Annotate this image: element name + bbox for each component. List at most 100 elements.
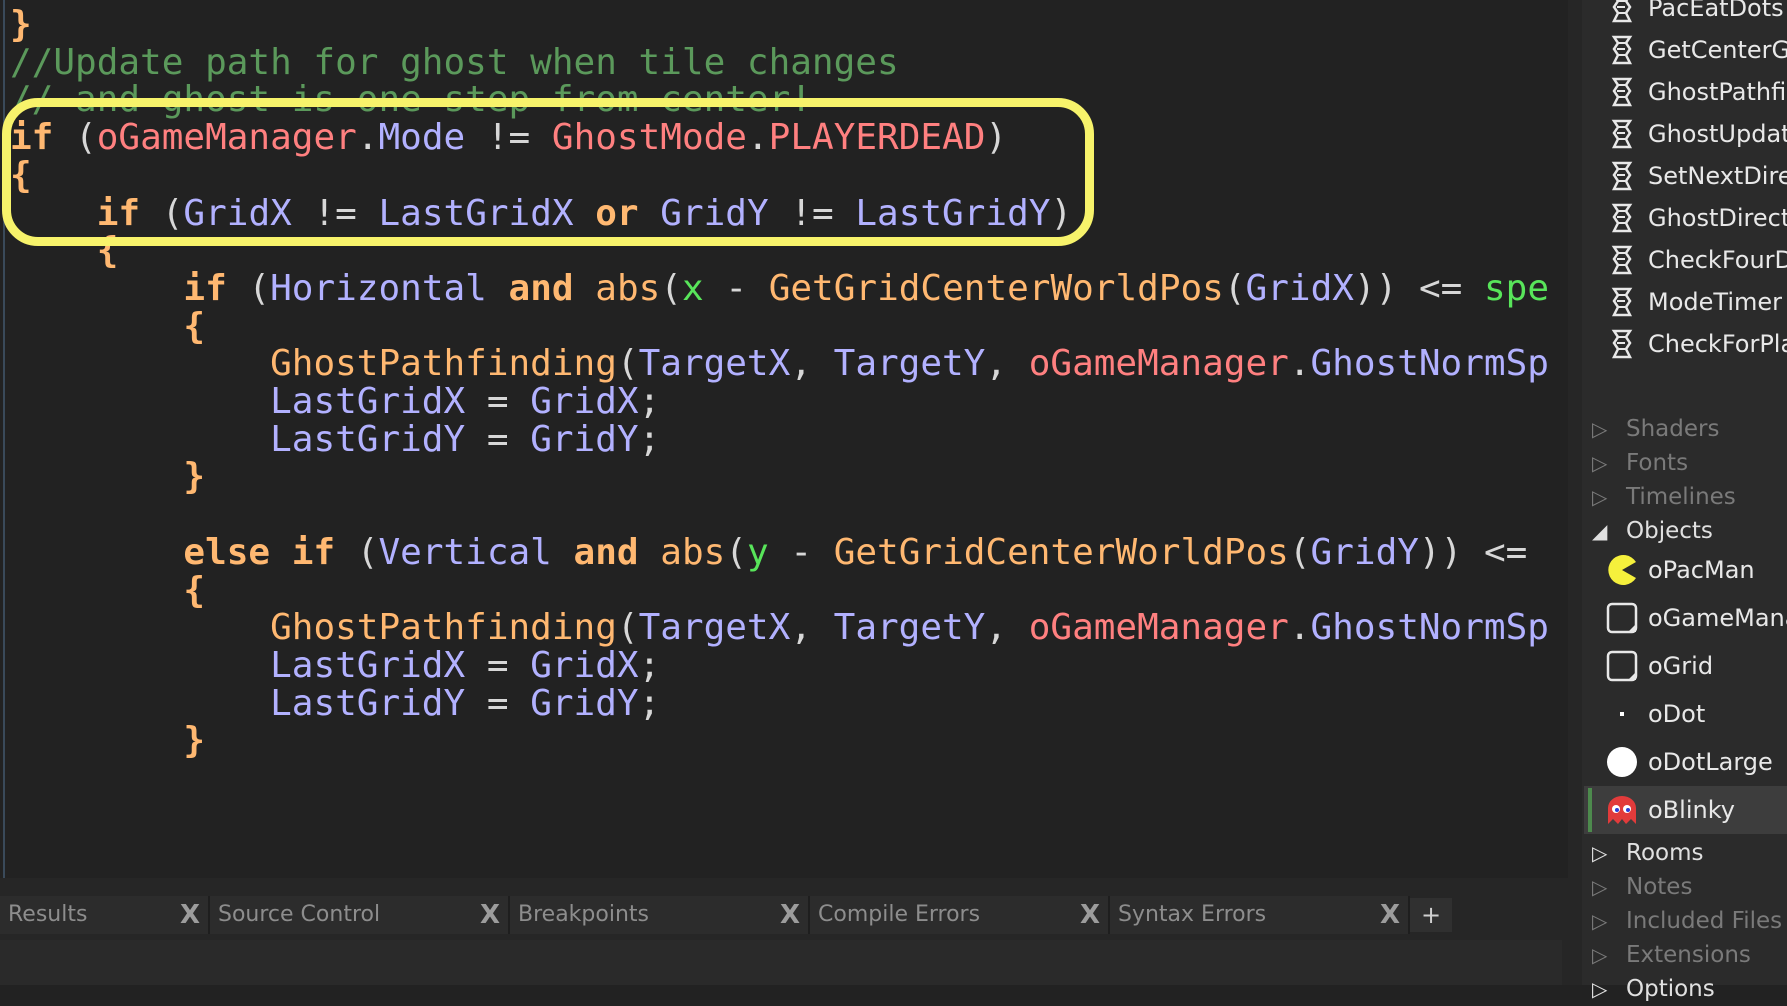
code-token: PLAYERDEAD [768, 117, 986, 159]
code-token: and [508, 267, 574, 309]
code-token: GhostNormSp [1310, 343, 1549, 385]
code-token: GhostNormSp [1310, 607, 1549, 649]
tree-item-label: GetCenterGr [1648, 36, 1787, 64]
code-token: . [1288, 607, 1311, 649]
tab-source-control[interactable]: Source Control X [210, 896, 510, 934]
tab-syntax-errors[interactable]: Syntax Errors X [1110, 896, 1410, 934]
code-token: , [985, 343, 1029, 385]
code-token: GhostPathfinding [270, 607, 617, 649]
close-icon[interactable]: X [1380, 896, 1400, 934]
code-line[interactable]: if (GridX != LastGridX or GridY != LastG… [10, 193, 1072, 235]
collapsed-triangle-icon: ▷ [1592, 485, 1608, 509]
code-line[interactable]: LastGridY = GridY; [10, 683, 660, 725]
tree-item-label: SetNextDirec [1648, 162, 1787, 190]
tree-folder-label: Fonts [1626, 450, 1689, 476]
code-line[interactable]: { [10, 570, 205, 612]
code-token: // and ghost is one step from center! [10, 79, 812, 121]
code-token: . [1288, 343, 1311, 385]
tab-breakpoints[interactable]: Breakpoints X [510, 896, 810, 934]
script-icon [1606, 76, 1638, 108]
code-line[interactable]: if (Horizontal and abs(x - GetGridCenter… [10, 268, 1549, 310]
code-token: GridY [660, 192, 769, 234]
tab-label: Syntax Errors [1118, 902, 1267, 927]
code-token: ( [616, 343, 639, 385]
code-line[interactable]: GhostPathfinding(TargetX, TargetY, oGame… [10, 607, 1549, 649]
tree-folder-label: Options [1626, 976, 1715, 1002]
collapsed-triangle-icon: ▷ [1592, 977, 1608, 1001]
code-token: TargetX [638, 343, 791, 385]
close-icon[interactable]: X [780, 896, 800, 934]
tree-item-label: oDotLarge [1648, 748, 1773, 776]
tree-folder-label: Rooms [1626, 840, 1704, 866]
code-line[interactable]: { [10, 230, 119, 272]
add-tab-button[interactable]: + [1410, 898, 1452, 932]
tree-folder-label: Notes [1626, 874, 1693, 900]
code-token: . [356, 117, 379, 159]
code-line[interactable]: } [10, 720, 205, 762]
code-token: != [291, 192, 379, 234]
code-token: { [183, 569, 206, 611]
code-editor[interactable]: }//Update path for ghost when tile chang… [0, 0, 1568, 878]
code-token: GridX [530, 381, 639, 422]
script-icon [1606, 286, 1638, 318]
code-line[interactable]: LastGridX = GridX; [10, 381, 660, 423]
code-line[interactable]: if (oGameManager.Mode != GhostMode.PLAYE… [10, 117, 1007, 159]
code-token: Vertical [378, 531, 552, 573]
code-line[interactable]: { [10, 155, 32, 197]
tab-label: Breakpoints [518, 902, 649, 927]
code-token: ( [1288, 531, 1311, 573]
code-token: oGameManager [96, 117, 357, 159]
code-token: , [790, 343, 834, 385]
tab-label: Results [8, 902, 88, 927]
object-icon [1606, 602, 1638, 634]
close-icon[interactable]: X [1080, 896, 1100, 934]
code-token: TargetY [833, 343, 986, 385]
collapsed-triangle-icon: ▷ [1592, 451, 1608, 475]
close-icon[interactable]: X [480, 896, 500, 934]
code-token: oGameManager [1028, 343, 1289, 385]
collapsed-triangle-icon: ▷ [1592, 841, 1608, 865]
code-line[interactable]: LastGridX = GridX; [10, 645, 660, 687]
code-line[interactable]: // and ghost is one step from center! [10, 79, 812, 121]
code-token: ( [725, 531, 747, 573]
ghost-icon [1606, 794, 1638, 826]
tree-folder-label: Objects [1626, 518, 1713, 544]
tree-item-label: oGrid [1648, 652, 1714, 680]
tree-item-label: CheckFourD [1648, 246, 1787, 274]
code-token: ) [985, 117, 1008, 159]
code-token: GridY [530, 682, 639, 724]
tree-item-label: oPacMan [1648, 556, 1755, 584]
tab-results[interactable]: Results X [0, 896, 210, 934]
tree-item-label: GhostUpdate [1648, 120, 1787, 148]
code-token: ; [638, 381, 661, 422]
code-line[interactable]: LastGridY = GridY; [10, 419, 660, 461]
tree-folder-label: Timelines [1626, 484, 1736, 510]
code-token: = [465, 418, 531, 460]
code-line[interactable]: { [10, 306, 205, 348]
code-token: if [10, 117, 54, 159]
code-token: GhostPathfinding [270, 343, 617, 385]
code-line[interactable]: //Update path for ghost when tile change… [10, 42, 899, 84]
code-token: GetGridCenterWorldPos [768, 267, 1224, 309]
tree-item-label: ModeTimer [1648, 288, 1782, 316]
close-icon[interactable]: X [180, 896, 200, 934]
tree-item-label: CheckForPla [1648, 330, 1787, 358]
code-line[interactable]: GhostPathfinding(TargetX, TargetY, oGame… [10, 343, 1549, 385]
code-line[interactable]: } [10, 4, 32, 46]
code-line[interactable]: else if (Vertical and abs(y - GetGridCen… [10, 532, 1527, 574]
code-token: LastGridY [270, 418, 466, 460]
tab-compile-errors[interactable]: Compile Errors X [810, 896, 1110, 934]
code-line[interactable]: } [10, 456, 205, 498]
tree-item-label: GhostDirecti [1648, 204, 1787, 232]
